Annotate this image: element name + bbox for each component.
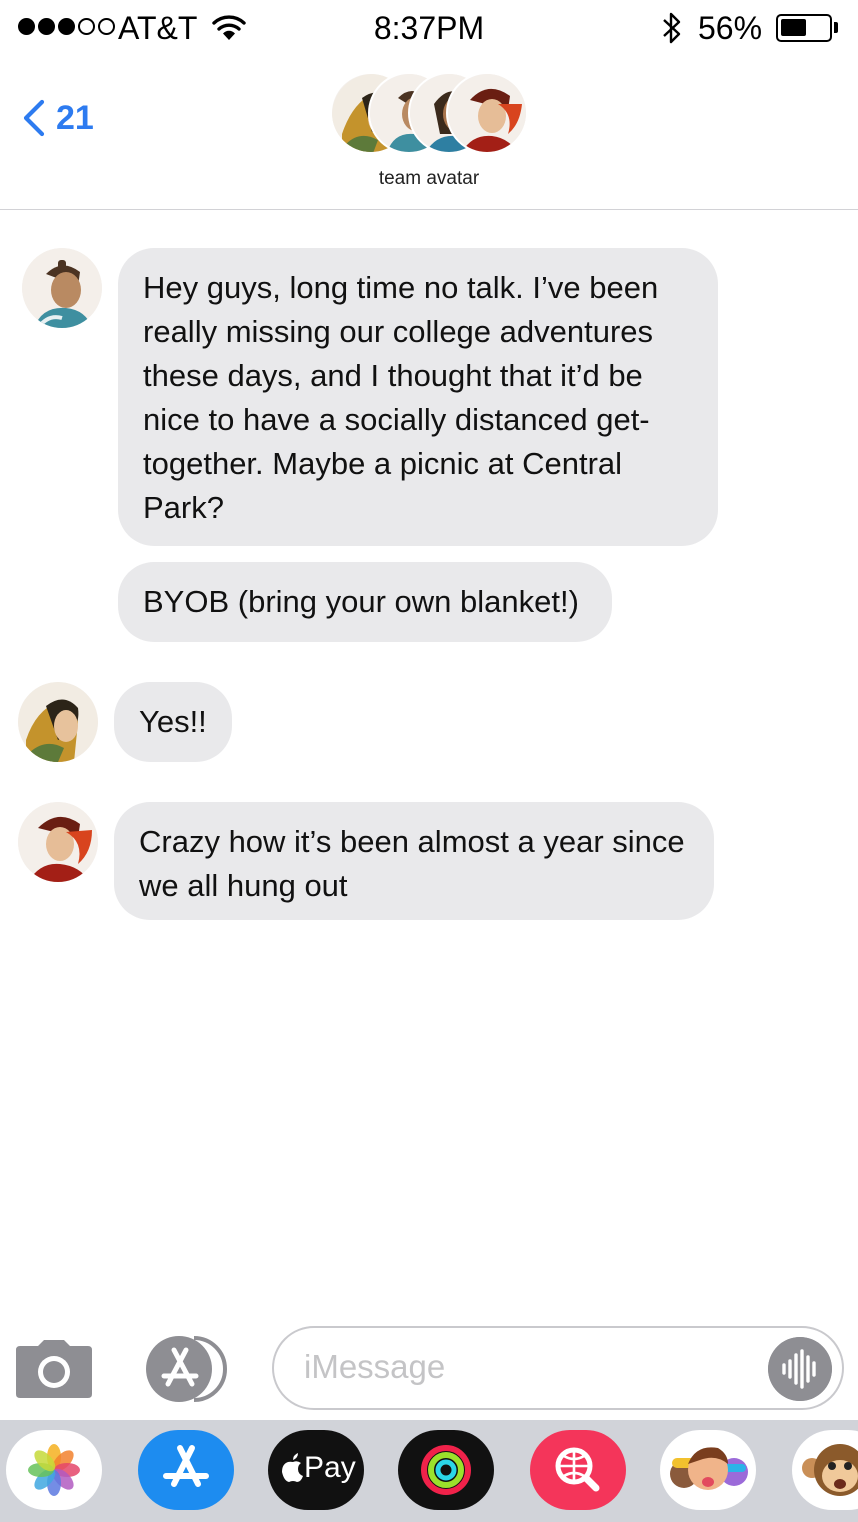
group-avatar-stack[interactable] bbox=[330, 72, 530, 154]
battery-fill bbox=[781, 19, 806, 36]
chevron-left-icon bbox=[23, 99, 45, 137]
bluetooth-icon bbox=[663, 12, 681, 44]
message-input[interactable]: iMessage bbox=[272, 1326, 844, 1410]
animoji-monkey-icon[interactable] bbox=[792, 1430, 858, 1510]
apple-logo-icon bbox=[282, 1453, 303, 1482]
app-drawer: Pay bbox=[0, 1420, 858, 1522]
battery-icon bbox=[776, 14, 832, 42]
message-bubble[interactable]: Hey guys, long time no talk. I’ve been r… bbox=[118, 248, 718, 546]
group-name[interactable]: team avatar bbox=[0, 168, 858, 190]
message-bubble[interactable]: Crazy how it’s been almost a year since … bbox=[114, 802, 714, 920]
message-bubble[interactable]: Yes!! bbox=[114, 682, 232, 762]
camera-icon[interactable] bbox=[16, 1340, 92, 1398]
photos-icon[interactable] bbox=[6, 1430, 102, 1510]
message-bubble[interactable]: BYOB (bring your own blanket!) bbox=[118, 562, 612, 642]
app-store-icon[interactable] bbox=[144, 1336, 234, 1402]
apple-pay-label: Pay bbox=[304, 1451, 356, 1484]
battery-nub bbox=[834, 22, 838, 33]
message-input-placeholder: iMessage bbox=[304, 1348, 446, 1385]
app-store-app-icon[interactable] bbox=[138, 1430, 234, 1510]
web-search-icon[interactable] bbox=[530, 1430, 626, 1510]
apple-pay-icon[interactable]: Pay bbox=[268, 1430, 364, 1510]
activity-icon[interactable] bbox=[398, 1430, 494, 1510]
sender-avatar-sokka[interactable] bbox=[22, 248, 102, 328]
audio-message-icon[interactable] bbox=[768, 1337, 832, 1401]
conversation-header: 21 team avatar bbox=[0, 58, 858, 210]
sender-avatar-zuko[interactable] bbox=[18, 802, 98, 882]
battery-percent: 56% bbox=[698, 10, 763, 46]
memoji-icon[interactable] bbox=[660, 1430, 756, 1510]
avatar-zuko bbox=[446, 72, 528, 154]
sender-avatar-toph[interactable] bbox=[18, 682, 98, 762]
back-button[interactable]: 21 bbox=[20, 98, 94, 138]
unread-count: 21 bbox=[56, 98, 94, 137]
status-bar: AT&T 8:37PM 56% bbox=[0, 0, 858, 58]
